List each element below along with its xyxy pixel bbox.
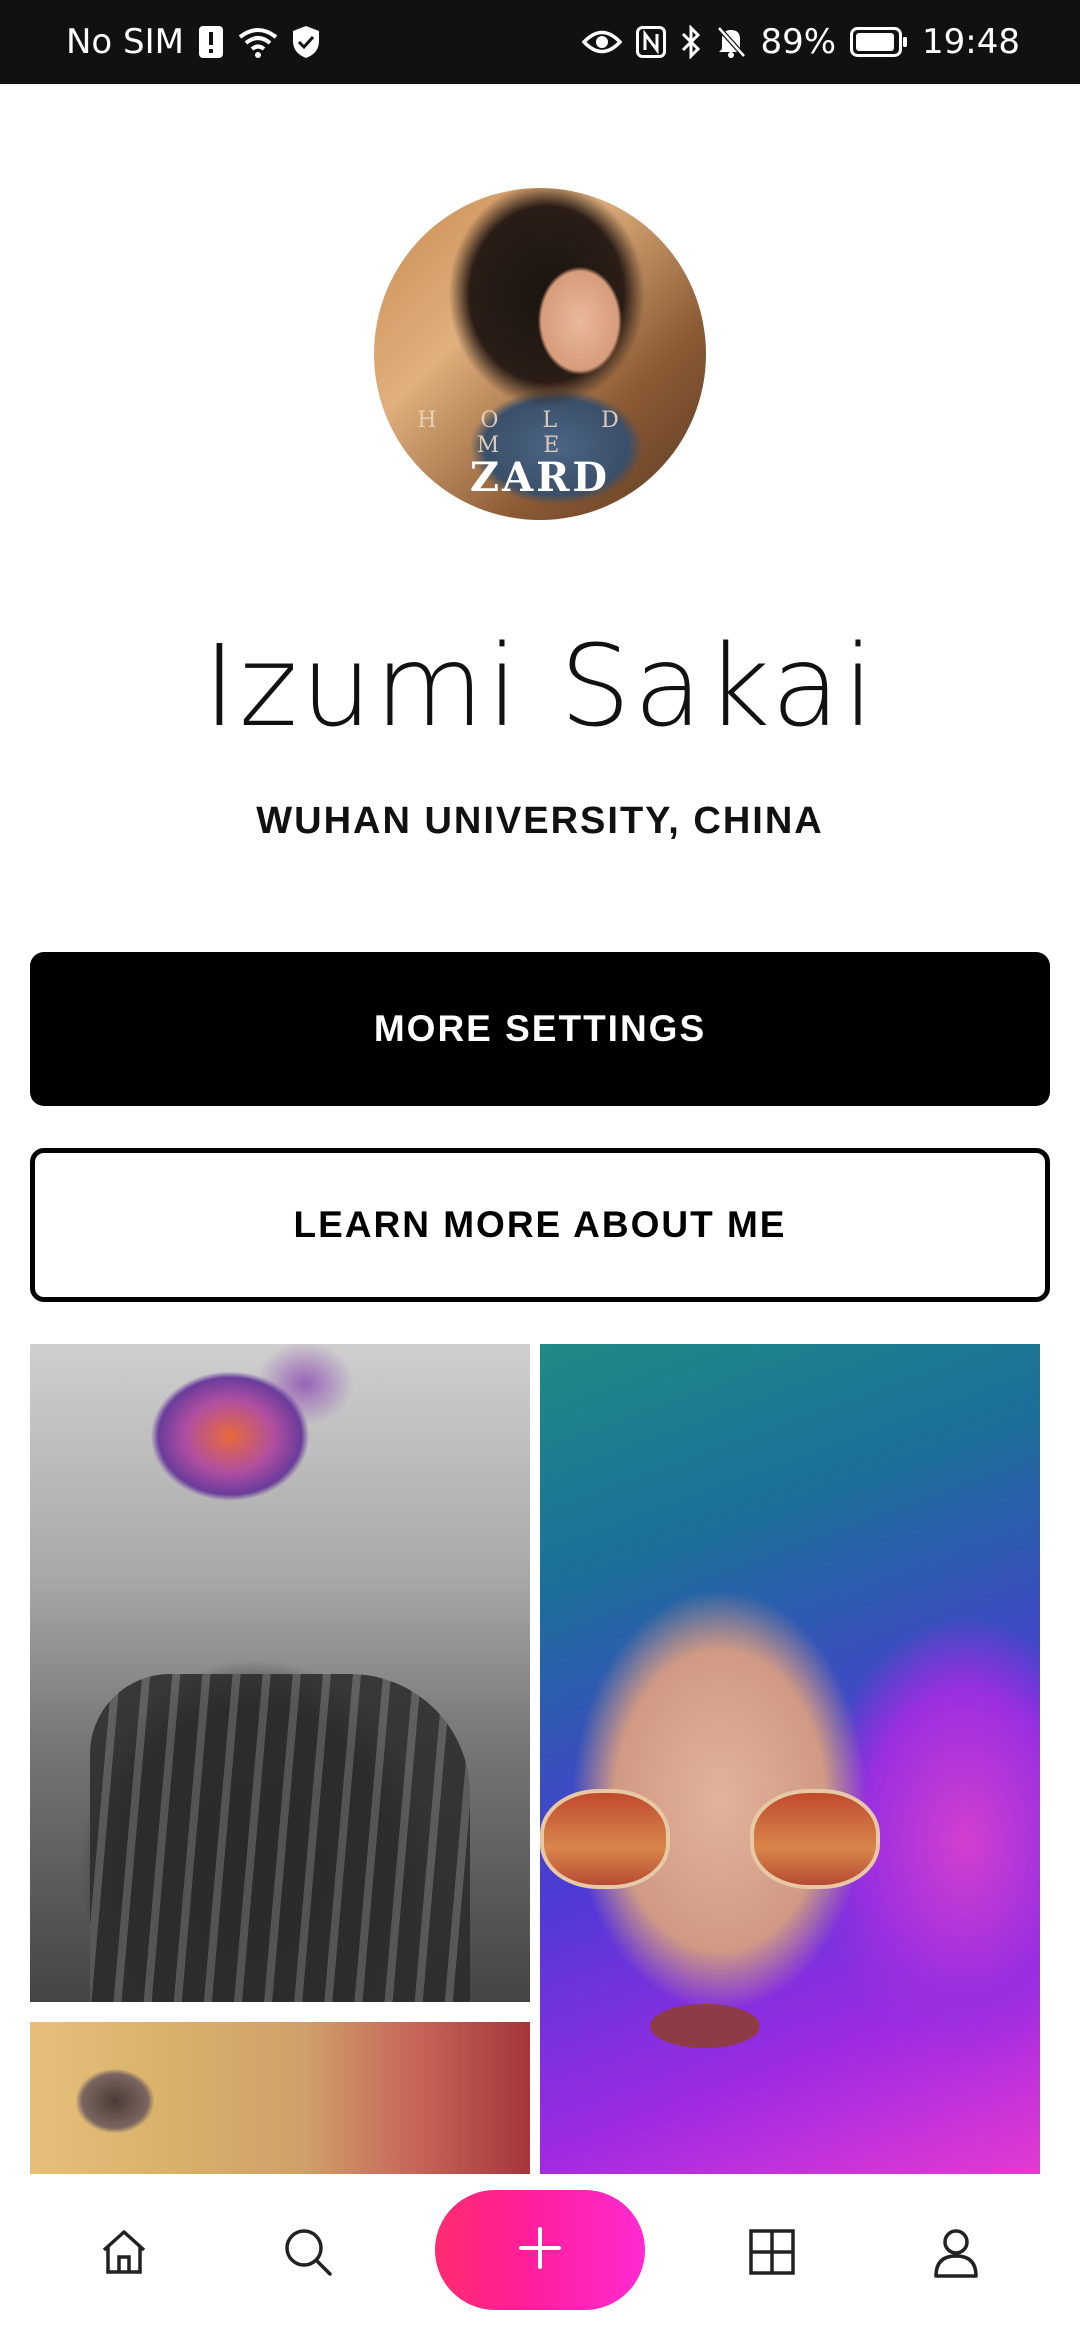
avatar[interactable]: HOLD ME ZARD — [374, 188, 706, 520]
learn-more-button[interactable]: LEARN MORE ABOUT ME — [30, 1148, 1050, 1302]
avatar-brand-text: ZARD — [469, 454, 611, 501]
more-settings-label: MORE SETTINGS — [373, 1008, 707, 1049]
status-right: 89% 19:48 — [582, 22, 1020, 62]
nav-home[interactable] — [74, 2204, 174, 2304]
nav-search[interactable] — [258, 2204, 358, 2304]
profile-subtitle: WUHAN UNIVERSITY, CHINA — [256, 800, 824, 842]
grid-icon — [745, 2225, 799, 2284]
striped-shirt — [90, 1674, 470, 2002]
learn-more-label: LEARN MORE ABOUT ME — [293, 1204, 787, 1245]
shield-check-icon — [292, 22, 320, 62]
battery-percentage: 89% — [760, 22, 837, 62]
add-post-button[interactable] — [435, 2190, 645, 2310]
nfc-icon — [636, 22, 667, 62]
nav-profile[interactable] — [906, 2204, 1006, 2304]
clock: 19:48 — [922, 22, 1020, 62]
eye-icon — [582, 22, 623, 62]
gallery-photo-interior[interactable] — [30, 2022, 530, 2174]
carrier-label: No SIM — [66, 22, 184, 62]
bluetooth-icon — [680, 22, 702, 62]
status-left: No SIM — [66, 22, 320, 62]
home-icon — [96, 2224, 152, 2285]
battery-icon — [850, 22, 908, 62]
avatar-album-text: HOLD ME — [417, 408, 663, 458]
bell-muted-icon — [716, 22, 747, 62]
sunglasses-right-lens — [750, 1789, 880, 1889]
user-icon — [928, 2224, 984, 2285]
gallery-photo-colorful-hair-glasses[interactable] — [540, 1344, 1040, 2174]
profile-name: Izumi Sakai — [203, 622, 877, 752]
bottom-nav — [0, 2174, 1080, 2340]
more-settings-button[interactable]: MORE SETTINGS — [30, 952, 1050, 1106]
sim-alert-icon — [198, 22, 224, 62]
lips — [650, 2004, 760, 2048]
wifi-icon — [238, 22, 278, 62]
nav-grid[interactable] — [722, 2204, 822, 2304]
search-icon — [280, 2224, 336, 2285]
plus-icon — [518, 2226, 562, 2275]
sunglasses-left-lens — [540, 1789, 670, 1889]
gallery-photo-rainbow-hair[interactable] — [30, 1344, 530, 2002]
status-bar: No SIM 89% 19:48 — [0, 0, 1080, 84]
